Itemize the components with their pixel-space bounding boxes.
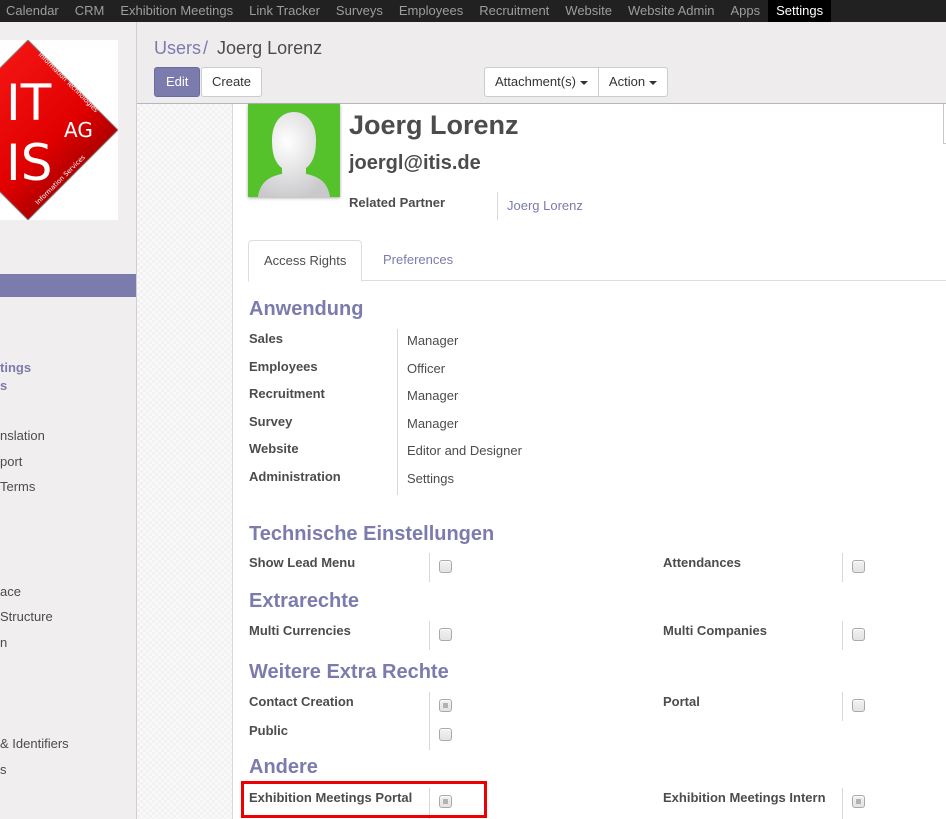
field-label-website: Website bbox=[249, 441, 299, 456]
nav-recruitment[interactable]: Recruitment bbox=[471, 0, 557, 22]
notebook-tabs: Access Rights Preferences bbox=[248, 240, 946, 282]
user-silhouette-icon bbox=[258, 112, 330, 197]
field-separator bbox=[842, 553, 843, 582]
sidebar-actions: Attachment(s) Action bbox=[484, 67, 669, 97]
nav-crm[interactable]: CRM bbox=[67, 0, 113, 22]
checkbox-portal[interactable] bbox=[852, 699, 865, 712]
form-view: Joerg Lorenz joergl@itis.de Related Part… bbox=[137, 104, 946, 819]
field-label-show-lead-menu: Show Lead Menu bbox=[249, 555, 356, 570]
nav-settings[interactable]: Settings bbox=[768, 0, 832, 22]
sidebar: IT IS AG Information Technologies Inform… bbox=[0, 22, 137, 819]
field-separator bbox=[429, 621, 430, 650]
field-separator bbox=[429, 692, 430, 750]
field-value-administration[interactable]: Settings bbox=[407, 471, 454, 486]
user-avatar[interactable] bbox=[248, 104, 340, 197]
svg-text:IT: IT bbox=[6, 74, 52, 132]
svg-text:AG: AG bbox=[64, 118, 93, 142]
section-anwendung-title: Anwendung bbox=[249, 298, 364, 320]
sidebar-item-settings[interactable]: tings bbox=[0, 360, 31, 375]
field-separator bbox=[842, 692, 843, 721]
field-label-sales: Sales bbox=[249, 331, 283, 346]
edit-button[interactable]: Edit bbox=[154, 67, 201, 97]
checkbox-attendances[interactable] bbox=[852, 560, 865, 573]
nav-surveys[interactable]: Surveys bbox=[328, 0, 391, 22]
field-label-multi-companies: Multi Companies bbox=[663, 623, 768, 638]
action-label: Action bbox=[608, 74, 646, 89]
section-andere-title: Andere bbox=[249, 756, 318, 778]
section-technische-title: Technische Einstellungen bbox=[249, 523, 495, 545]
breadcrumb-current: Joerg Lorenz bbox=[217, 38, 323, 58]
field-label-multi-currencies: Multi Currencies bbox=[249, 623, 351, 638]
sidebar-item-interface[interactable]: ace bbox=[0, 584, 21, 599]
field-value-sales[interactable]: Manager bbox=[407, 333, 458, 348]
sidebar-item-identifiers[interactable]: & Identifiers bbox=[0, 736, 69, 751]
field-separator bbox=[429, 553, 430, 582]
user-name: Joerg Lorenz bbox=[349, 110, 519, 140]
field-value-recruitment[interactable]: Manager bbox=[407, 388, 458, 403]
attachments-label: Attachment(s) bbox=[495, 74, 576, 89]
red-highlight-annotation bbox=[241, 781, 487, 818]
field-separator bbox=[397, 329, 398, 495]
svg-text:IS: IS bbox=[6, 134, 52, 192]
field-label-contact-creation: Contact Creation bbox=[249, 694, 354, 709]
user-email: joergl@itis.de bbox=[349, 152, 481, 174]
checkbox-public[interactable] bbox=[439, 728, 452, 741]
nav-calendar[interactable]: Calendar bbox=[0, 0, 67, 22]
related-partner-label: Related Partner bbox=[349, 195, 446, 210]
field-label-exhibition-meetings-intern: Exhibition Meetings Intern bbox=[663, 790, 826, 805]
field-label-public: Public bbox=[249, 723, 289, 738]
nav-website[interactable]: Website bbox=[557, 0, 620, 22]
field-label-recruitment: Recruitment bbox=[249, 386, 325, 401]
sidebar-item-import[interactable]: port bbox=[0, 454, 22, 469]
checkbox-multi-companies[interactable] bbox=[852, 628, 865, 641]
create-button[interactable]: Create bbox=[201, 67, 263, 97]
tab-preferences[interactable]: Preferences bbox=[368, 240, 468, 281]
control-panel: Users / Joerg Lorenz Edit Create Attachme… bbox=[137, 22, 946, 104]
field-separator bbox=[842, 788, 843, 819]
attachments-dropdown[interactable]: Attachment(s) bbox=[484, 67, 599, 97]
field-separator bbox=[497, 192, 498, 220]
checkbox-multi-currencies[interactable] bbox=[439, 628, 452, 641]
field-value-survey[interactable]: Manager bbox=[407, 416, 458, 431]
checkbox-exhibition-meetings-intern[interactable] bbox=[852, 795, 865, 808]
nav-website-admin[interactable]: Website Admin bbox=[620, 0, 722, 22]
tab-access-rights[interactable]: Access Rights bbox=[248, 240, 363, 282]
company-logo: IT IS AG Information Technologies Inform… bbox=[0, 40, 118, 220]
nav-apps[interactable]: Apps bbox=[722, 0, 768, 22]
sidebar-item-terms[interactable]: Terms bbox=[0, 479, 35, 494]
field-value-employees[interactable]: Officer bbox=[407, 361, 445, 376]
section-extrarechte-title: Extrarechte bbox=[249, 590, 360, 612]
form-sheet: Joerg Lorenz joergl@itis.de Related Part… bbox=[232, 104, 946, 819]
field-label-administration: Administration bbox=[249, 469, 341, 484]
sidebar-item-translation[interactable]: nslation bbox=[0, 428, 45, 443]
caret-down-icon bbox=[579, 80, 588, 85]
field-label-survey: Survey bbox=[249, 414, 293, 429]
sidebar-item-users[interactable]: s bbox=[0, 378, 7, 393]
field-value-website[interactable]: Editor and Designer bbox=[407, 443, 522, 458]
top-navbar: Calendar CRM Exhibition Meetings Link Tr… bbox=[0, 0, 946, 22]
nav-link-tracker[interactable]: Link Tracker bbox=[241, 0, 328, 22]
action-dropdown[interactable]: Action bbox=[598, 67, 669, 97]
breadcrumb: Users / Joerg Lorenz bbox=[154, 38, 322, 59]
section-weitere-title: Weitere Extra Rechte bbox=[249, 661, 449, 683]
field-separator bbox=[842, 621, 843, 650]
checkbox-contact-creation[interactable] bbox=[439, 699, 452, 712]
field-label-portal: Portal bbox=[663, 694, 700, 709]
breadcrumb-separator: / bbox=[203, 38, 209, 58]
sidebar-item-s[interactable]: s bbox=[0, 762, 7, 777]
breadcrumb-users-link[interactable]: Users bbox=[154, 38, 201, 58]
related-partner-link[interactable]: Joerg Lorenz bbox=[507, 198, 583, 213]
sidebar-item-structure[interactable]: Structure bbox=[0, 609, 53, 624]
sidebar-active-bar[interactable] bbox=[0, 274, 136, 297]
sidebar-item-n[interactable]: n bbox=[0, 635, 7, 650]
itis-logo-icon: IT IS AG Information Technologies Inform… bbox=[0, 40, 118, 220]
nav-employees[interactable]: Employees bbox=[391, 0, 471, 22]
checkbox-show-lead-menu[interactable] bbox=[439, 560, 452, 573]
nav-exhibition-meetings[interactable]: Exhibition Meetings bbox=[112, 0, 241, 22]
field-label-employees: Employees bbox=[249, 359, 318, 374]
field-label-attendances: Attendances bbox=[663, 555, 742, 570]
caret-down-icon bbox=[649, 80, 658, 85]
